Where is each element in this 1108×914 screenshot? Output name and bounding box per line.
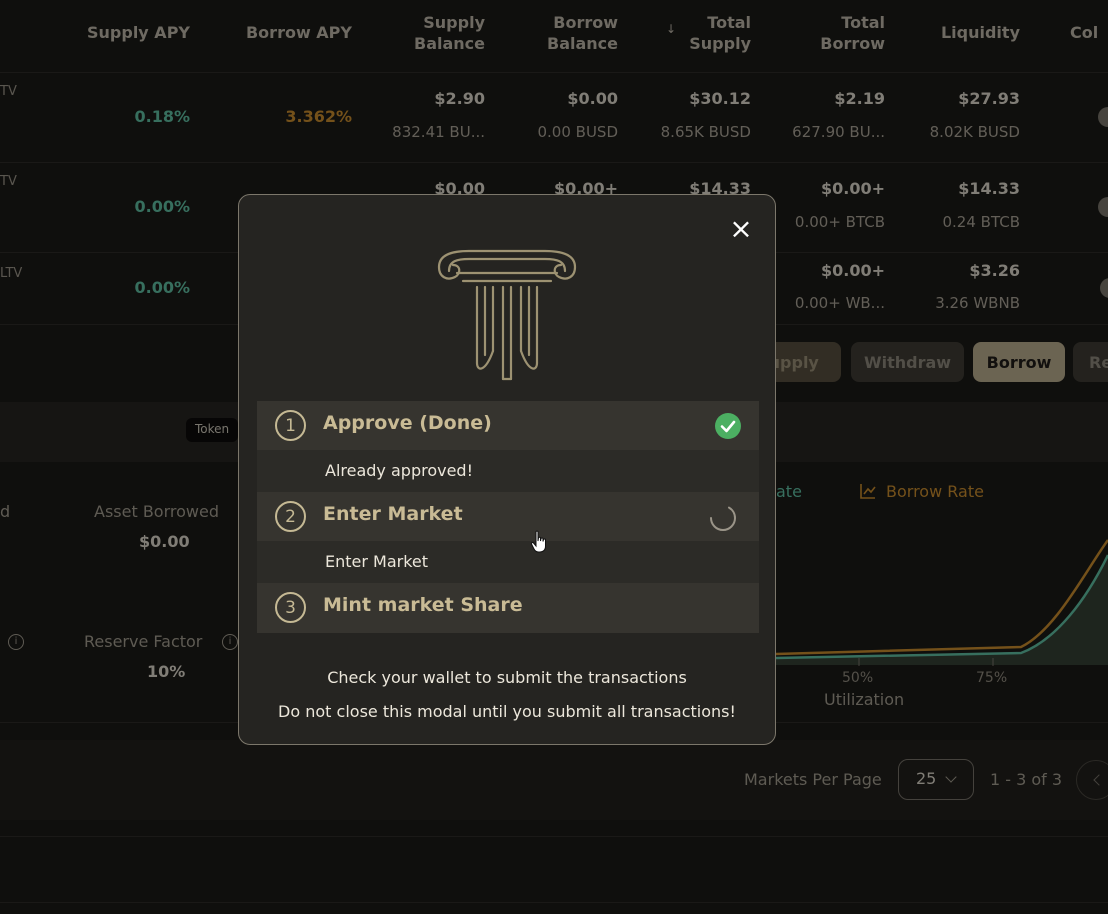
step-title: Approve (Done) bbox=[323, 412, 492, 434]
transaction-modal: × 1 Approve (Done) Already approved! 2 E… bbox=[238, 194, 776, 745]
step-enter-market-detail: Enter Market bbox=[257, 541, 759, 583]
loading-spinner-icon bbox=[710, 506, 737, 531]
wallet-instruction: Check your wallet to submit the transact… bbox=[327, 668, 687, 687]
step-enter-market: 2 Enter Market bbox=[257, 492, 759, 541]
step-approve: 1 Approve (Done) bbox=[257, 401, 759, 450]
step-title: Mint market Share bbox=[323, 594, 523, 616]
step-mint-share: 3 Mint market Share bbox=[257, 583, 759, 633]
do-not-close-warning: Do not close this modal until you submit… bbox=[278, 702, 736, 721]
step-approve-detail: Already approved! bbox=[257, 450, 759, 492]
pillar-logo-icon bbox=[437, 249, 577, 381]
step-number: 3 bbox=[275, 592, 306, 623]
close-icon[interactable]: × bbox=[727, 215, 755, 243]
step-subtitle: Already approved! bbox=[325, 461, 473, 480]
step-title: Enter Market bbox=[323, 503, 463, 525]
hand-pointer-cursor-icon bbox=[530, 530, 546, 553]
step-number: 1 bbox=[275, 410, 306, 441]
step-subtitle: Enter Market bbox=[325, 552, 429, 571]
step-number: 2 bbox=[275, 501, 306, 532]
check-circle-icon bbox=[715, 413, 741, 439]
